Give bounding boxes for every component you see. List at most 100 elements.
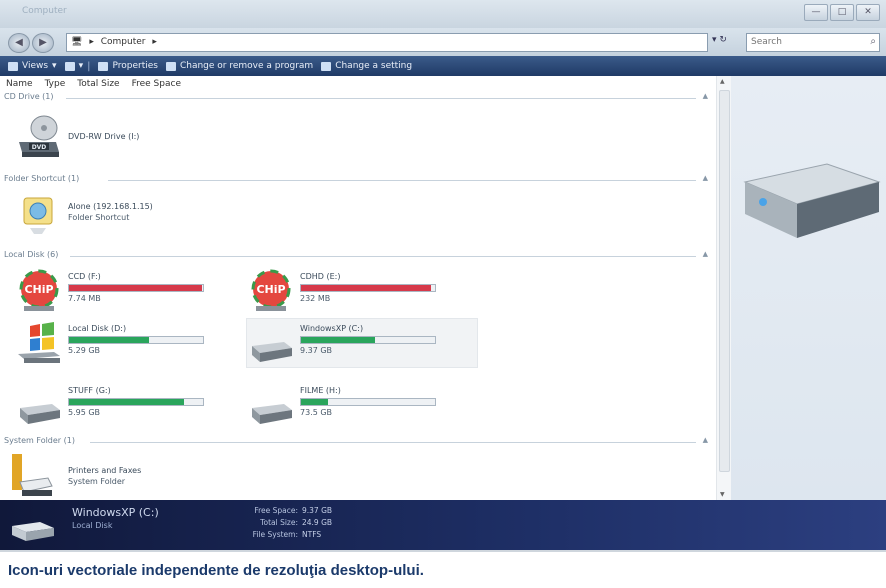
file-system-value: NTFS: [302, 530, 322, 539]
hard-drive-preview-icon: [743, 163, 881, 238]
details-title: WindowsXP (C:): [72, 506, 159, 519]
file-list: CD Drive (1) ▲ DVD DVD-RW Drive (I:) Fol…: [0, 92, 716, 500]
capacity-bar-fill: [69, 337, 150, 343]
drive-item-dvd[interactable]: DVD DVD-RW Drive (I:): [16, 114, 216, 160]
capacity-bar-fill: [301, 337, 375, 343]
hard-drive-icon: [252, 404, 292, 424]
breadcrumb-chevron-icon[interactable]: ▸: [89, 37, 94, 47]
hard-drive-icon: [20, 404, 60, 424]
shortcut-item[interactable]: Alone (192.168.1.15) Folder Shortcut: [16, 192, 236, 238]
drive-name: WindowsXP (C:): [300, 324, 364, 333]
details-free-space: Free Space: 9.37 GB: [236, 506, 332, 515]
change-program-label: Change or remove a program: [179, 61, 314, 71]
drive-item-stuff[interactable]: STUFF (G:) 5.95 GB: [16, 382, 236, 428]
group-title: Folder Shortcut (1): [4, 174, 80, 183]
drive-item-ccd[interactable]: CHiP CCD (F:) 7.74 MB: [16, 268, 236, 314]
group-title: Local Disk (6): [4, 250, 59, 259]
total-size-value: 24.9 GB: [302, 518, 333, 527]
system-folder-item[interactable]: Printers and Faxes System Folder: [8, 452, 228, 498]
views-button[interactable]: Views ▾: [8, 61, 57, 71]
vertical-scrollbar[interactable]: ▲ ▼: [716, 76, 731, 500]
column-type[interactable]: Type: [39, 76, 72, 92]
capacity-bar: [300, 284, 436, 292]
views-label: Views: [22, 61, 49, 71]
dvd-drive-icon: DVD: [19, 115, 59, 157]
command-toolbar: Views ▾ ▾ | Properties Change or remove …: [0, 56, 886, 76]
group-header-system[interactable]: System Folder (1) ▲: [4, 436, 710, 448]
change-program-button[interactable]: Change or remove a program: [165, 61, 314, 71]
free-space-value: 9.37 GB: [302, 506, 333, 515]
column-name[interactable]: Name: [0, 76, 39, 92]
change-setting-button[interactable]: Change a setting: [321, 61, 412, 71]
capacity-bar-fill: [301, 399, 328, 405]
scroll-thumb[interactable]: [719, 90, 730, 472]
group-header-cd[interactable]: CD Drive (1) ▲: [4, 92, 710, 104]
search-input[interactable]: [747, 34, 855, 49]
free-space: 9.37 GB: [300, 346, 333, 355]
free-space-label: Free Space:: [254, 506, 298, 515]
search-field[interactable]: ⌕: [746, 33, 880, 52]
printer-icon: [12, 454, 53, 496]
program-icon: [165, 61, 176, 71]
capacity-bar-fill: [69, 285, 202, 291]
chip-drive-icon: CHiP: [19, 269, 59, 311]
drive-name: CCD (F:): [68, 272, 101, 281]
address-field[interactable]: 🖥 ▸ Computer ▸: [66, 33, 708, 52]
group-title: System Folder (1): [4, 436, 75, 445]
group-header-local[interactable]: Local Disk (6) ▲: [4, 250, 710, 262]
refresh-button[interactable]: ▾ ↻: [712, 35, 738, 49]
group-header-shortcut[interactable]: Folder Shortcut (1) ▲: [4, 174, 710, 186]
search-icon[interactable]: ⌕: [870, 36, 876, 47]
close-button[interactable]: ✕: [856, 4, 880, 21]
change-setting-label: Change a setting: [335, 61, 413, 71]
details-type: Local Disk: [72, 521, 113, 530]
column-total-size[interactable]: Total Size: [71, 76, 125, 92]
properties-icon: [98, 61, 109, 71]
hard-drive-icon: [12, 522, 54, 541]
layout-button[interactable]: ▾: [64, 61, 83, 71]
capacity-bar: [68, 336, 204, 344]
forward-button[interactable]: ▶: [32, 33, 54, 53]
back-button[interactable]: ◀: [8, 33, 30, 53]
free-space: 73.5 GB: [300, 408, 333, 417]
drive-name: FILME (H:): [300, 386, 341, 395]
maximize-button[interactable]: □: [830, 4, 854, 21]
capacity-bar: [300, 398, 436, 406]
drive-item-filme[interactable]: FILME (H:) 73.5 GB: [248, 382, 468, 428]
explorer-window: Computer — □ ✕ ◀ ▶ 🖥 ▸ Computer ▸ ▾ ↻ ⌕ …: [0, 0, 886, 550]
minimize-button[interactable]: —: [804, 4, 828, 21]
file-system-label: File System:: [252, 530, 298, 539]
scroll-down-icon[interactable]: ▼: [720, 491, 725, 498]
collapse-icon[interactable]: ▲: [703, 92, 708, 100]
setting-icon: [321, 61, 332, 71]
scroll-up-icon[interactable]: ▲: [720, 78, 725, 85]
group-title: CD Drive (1): [4, 92, 54, 101]
chip-badge: CHiP: [256, 283, 285, 296]
caption-text: Icon-uri vectoriale independente de rezo…: [8, 562, 424, 579]
shortcut-name: Alone (192.168.1.15): [68, 202, 153, 211]
total-size-label: Total Size:: [260, 518, 298, 527]
details-total-size: Total Size: 24.9 GB: [236, 518, 332, 527]
window-title: Computer: [22, 6, 67, 16]
windows-drive-icon: [18, 322, 60, 363]
dvd-badge: DVD: [32, 144, 47, 151]
drive-item-windowsxp[interactable]: WindowsXP (C:) 9.37 GB: [248, 320, 468, 366]
drive-name: Local Disk (D:): [68, 324, 127, 333]
free-space: 7.74 MB: [68, 294, 101, 303]
column-free-space[interactable]: Free Space: [126, 76, 187, 92]
drive-name: DVD-RW Drive (I:): [68, 132, 140, 141]
collapse-icon[interactable]: ▲: [703, 436, 708, 444]
collapse-icon[interactable]: ▲: [703, 174, 708, 182]
drive-name: STUFF (G:): [68, 386, 111, 395]
breadcrumb-dropdown-icon[interactable]: ▸: [152, 37, 157, 47]
capacity-bar: [300, 336, 436, 344]
drive-item-local-d[interactable]: Local Disk (D:) 5.29 GB: [16, 320, 236, 366]
collapse-icon[interactable]: ▲: [703, 250, 708, 258]
computer-icon: 🖥: [71, 37, 83, 47]
drive-name: CDHD (E:): [300, 272, 341, 281]
breadcrumb-computer[interactable]: Computer: [101, 37, 146, 47]
drive-item-cdhd[interactable]: CHiP CDHD (E:) 232 MB: [248, 268, 468, 314]
layout-icon: [64, 61, 75, 71]
chip-drive-icon: CHiP: [251, 269, 291, 311]
properties-button[interactable]: Properties: [98, 61, 158, 71]
